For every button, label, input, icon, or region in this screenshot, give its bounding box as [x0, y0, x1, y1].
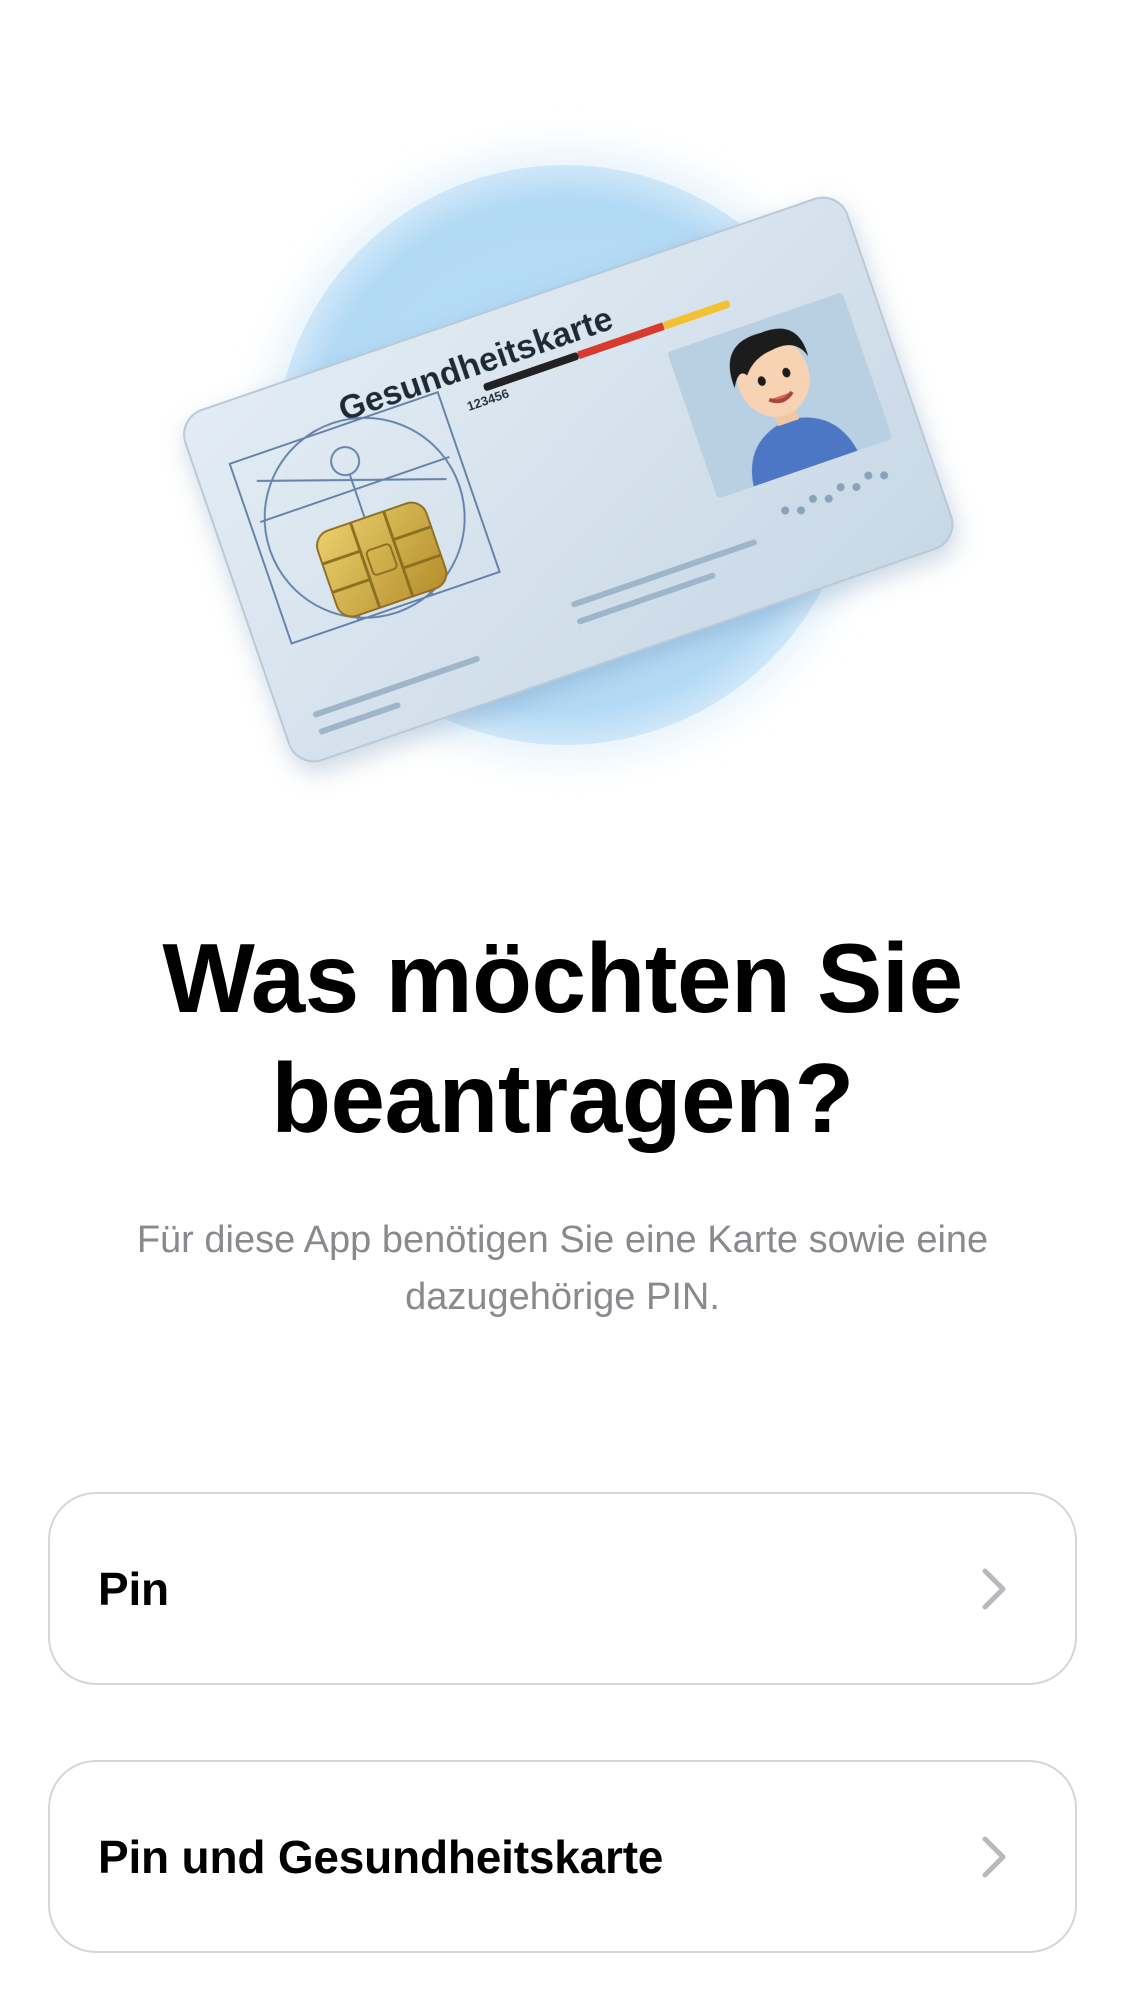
option-pin-button[interactable]: Pin — [48, 1492, 1077, 1685]
page-title-line-1: Was möchten Sie — [162, 923, 963, 1033]
page-subtitle-line-1: Für diese App benötigen Sie eine Karte s… — [136, 1219, 989, 1261]
chevron-right-icon — [982, 1836, 1006, 1877]
option-label: Pin — [98, 1562, 169, 1615]
page-title-line-2: beantragen? — [271, 1043, 854, 1153]
page-title: Was möchten Sie beantragen? — [0, 918, 1125, 1158]
chevron-right-icon — [982, 1568, 1006, 1609]
health-card-illustration: Gesundheitskarte 123456 — [0, 0, 1125, 860]
page-subtitle: Für diese App benötigen Sie eine Karte s… — [60, 1212, 1065, 1326]
health-card-graphic: Gesundheitskarte 123456 — [183, 150, 954, 763]
page-subtitle-line-2: dazugehörige PIN. — [405, 1276, 720, 1318]
option-pin-and-card-button[interactable]: Pin und Gesundheitskarte — [48, 1760, 1077, 1953]
option-label: Pin und Gesundheitskarte — [98, 1830, 664, 1883]
